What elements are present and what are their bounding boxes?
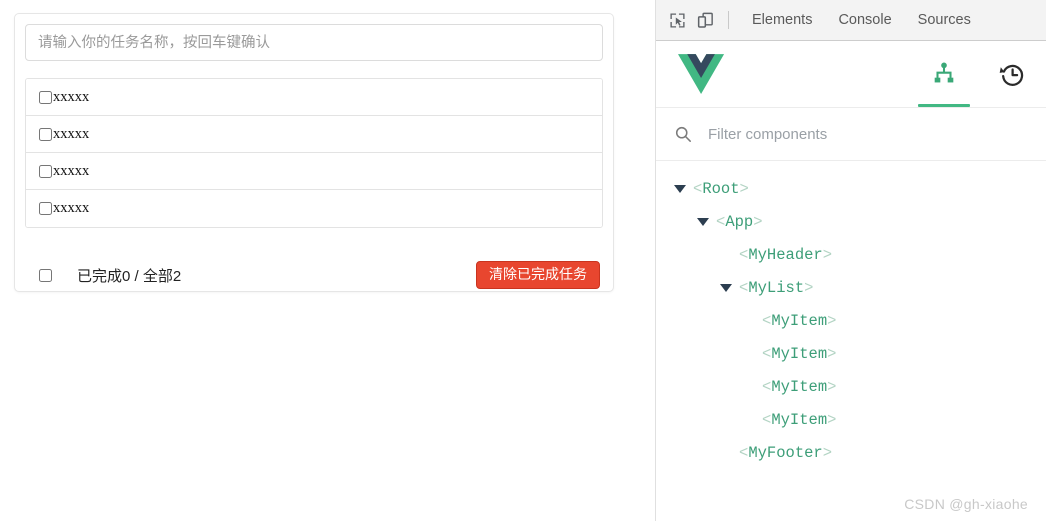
component-tree-row[interactable]: <MyHeader> — [656, 238, 1046, 271]
component-name-label: <MyItem> — [762, 377, 837, 396]
todo-item-checkbox[interactable] — [39, 202, 52, 215]
component-tree-row[interactable]: <MyList> — [656, 271, 1046, 304]
todo-list: xxxxx xxxxx xxxxx xxxxx — [25, 78, 603, 228]
component-tree-icon — [934, 62, 954, 83]
device-toolbar-icon[interactable] — [691, 6, 719, 34]
inspect-element-icon-glyph — [669, 12, 685, 28]
tab-console[interactable]: Console — [825, 12, 904, 28]
todo-item-checkbox[interactable] — [39, 127, 52, 141]
todo-app-pane: xxxxx xxxxx xxxxx xxxxx 已完成0 / 全部2 清除已完成任务 — [0, 0, 655, 521]
component-name-label: <App> — [716, 212, 763, 231]
todo-item-checkbox[interactable] — [39, 164, 52, 178]
devtools-pane: Elements Console Sources Filter componen… — [655, 0, 1046, 521]
timeline-history-icon — [999, 64, 1023, 86]
todo-item-label: xxxxx — [53, 162, 90, 179]
task-name-input[interactable] — [25, 24, 603, 61]
vue-panel-tabs — [910, 41, 1046, 107]
inspect-element-icon[interactable] — [663, 6, 691, 34]
select-all-checkbox[interactable] — [39, 268, 52, 282]
component-name-label: <MyHeader> — [739, 245, 833, 264]
chevron-down-icon[interactable] — [697, 217, 709, 226]
device-toolbar-icon-glyph — [697, 12, 713, 28]
chevron-down-icon[interactable] — [720, 283, 732, 292]
filter-components-row — [656, 108, 1046, 161]
component-tree-row[interactable]: <MyFooter> — [656, 436, 1046, 469]
todo-header — [25, 24, 603, 61]
todo-container: xxxxx xxxxx xxxxx xxxxx 已完成0 / 全部2 清除已完成任务 — [14, 13, 614, 292]
component-name-label: <MyItem> — [762, 311, 837, 330]
devtools-toolbar: Elements Console Sources — [656, 0, 1046, 41]
todo-item[interactable]: xxxxx — [26, 116, 602, 153]
component-name-label: <MyList> — [739, 278, 814, 297]
vue-tab-timeline[interactable] — [978, 41, 1046, 107]
component-tree-row[interactable]: <MyItem> — [656, 337, 1046, 370]
todo-item[interactable]: xxxxx — [26, 190, 602, 227]
todo-item-checkbox[interactable] — [39, 90, 52, 104]
todo-footer: 已完成0 / 全部2 清除已完成任务 — [25, 254, 603, 296]
tab-sources[interactable]: Sources — [905, 12, 984, 28]
component-tree-row[interactable]: <MyItem> — [656, 403, 1046, 436]
completed-count-label: 已完成0 / 全部2 — [77, 267, 182, 285]
component-tree-row[interactable]: <MyItem> — [656, 370, 1046, 403]
vue-panel-header — [656, 41, 1046, 108]
component-tree-row[interactable]: <Root> — [656, 172, 1046, 205]
component-name-label: <Root> — [693, 179, 749, 198]
tab-elements[interactable]: Elements — [739, 12, 825, 28]
vue-tab-component-tree[interactable] — [910, 41, 978, 107]
clear-completed-button[interactable]: 清除已完成任务 — [476, 260, 600, 290]
component-tree-row[interactable]: <MyItem> — [656, 304, 1046, 337]
vue-logo — [678, 54, 724, 95]
component-name-label: <MyItem> — [762, 410, 837, 429]
chevron-down-icon[interactable] — [674, 184, 686, 193]
component-tree: <Root> <App> <MyHeader> <MyList> <MyItem> <My… — [656, 161, 1046, 469]
todo-item-label: xxxxx — [53, 88, 90, 105]
todo-item-label: xxxxx — [53, 125, 90, 142]
todo-item[interactable]: xxxxx — [26, 153, 602, 190]
watermark-text: CSDN @gh-xiaohe — [904, 496, 1028, 512]
toolbar-divider — [728, 11, 729, 29]
search-icon — [675, 126, 691, 142]
todo-item-label: xxxxx — [53, 200, 90, 217]
filter-components-input[interactable] — [706, 124, 970, 144]
component-tree-row[interactable]: <App> — [656, 205, 1046, 238]
component-name-label: <MyItem> — [762, 344, 837, 363]
todo-item[interactable]: xxxxx — [26, 79, 602, 116]
component-name-label: <MyFooter> — [739, 443, 833, 462]
